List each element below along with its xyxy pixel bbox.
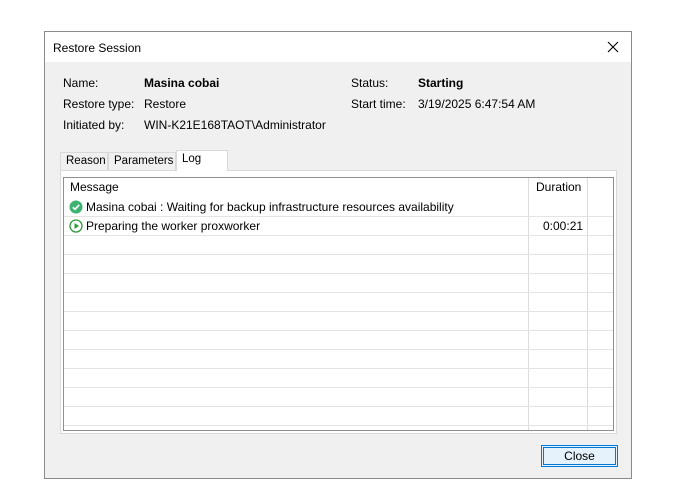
empty-row (64, 331, 613, 350)
empty-row (64, 350, 613, 369)
empty-row (64, 255, 613, 274)
column-header-duration[interactable]: Duration (536, 180, 581, 194)
close-window-icon[interactable] (599, 33, 627, 61)
log-duration: 0:00:21 (543, 219, 584, 233)
status-value: Starting (418, 76, 464, 90)
window-title: Restore Session (53, 41, 142, 55)
empty-row (64, 236, 613, 255)
name-label: Name: (63, 76, 99, 90)
empty-row (64, 407, 613, 426)
success-check-icon (69, 200, 83, 214)
restore-session-dialog: Restore Session Name: Masina cobai Resto… (44, 31, 632, 479)
in-progress-play-icon (69, 219, 83, 233)
focus-ring (543, 447, 616, 465)
close-button[interactable]: Close (541, 445, 618, 467)
log-grid[interactable]: Message Duration Masina cobai : Waiting … (63, 177, 614, 431)
tab-parameters[interactable]: Parameters (108, 152, 176, 170)
status-label: Status: (351, 76, 389, 90)
name-value: Masina cobai (144, 76, 220, 90)
log-message: Masina cobai : Waiting for backup infras… (86, 200, 454, 214)
tab-log[interactable]: Log (176, 150, 228, 171)
empty-row (64, 369, 613, 388)
initiated-by-value: WIN-K21E168TAOT\Administrator (144, 118, 326, 132)
restore-type-label: Restore type: (63, 97, 135, 111)
initiated-by-label: Initiated by: (63, 118, 125, 132)
column-header-message[interactable]: Message (70, 180, 119, 194)
log-message: Preparing the worker proxworker (86, 219, 261, 233)
log-row[interactable]: Preparing the worker proxworker 0:00:21 (64, 217, 613, 236)
tab-reason[interactable]: Reason (60, 152, 108, 170)
start-time-label: Start time: (351, 97, 406, 111)
log-panel: Message Duration Masina cobai : Waiting … (60, 170, 617, 434)
start-time-value: 3/19/2025 6:47:54 AM (418, 97, 536, 111)
empty-row (64, 274, 613, 293)
log-header: Message Duration (64, 178, 613, 197)
empty-row (64, 388, 613, 407)
title-bar: Restore Session (45, 32, 631, 62)
empty-row (64, 293, 613, 312)
log-row[interactable]: Masina cobai : Waiting for backup infras… (64, 198, 613, 217)
restore-type-value: Restore (144, 97, 187, 111)
empty-row (64, 312, 613, 331)
